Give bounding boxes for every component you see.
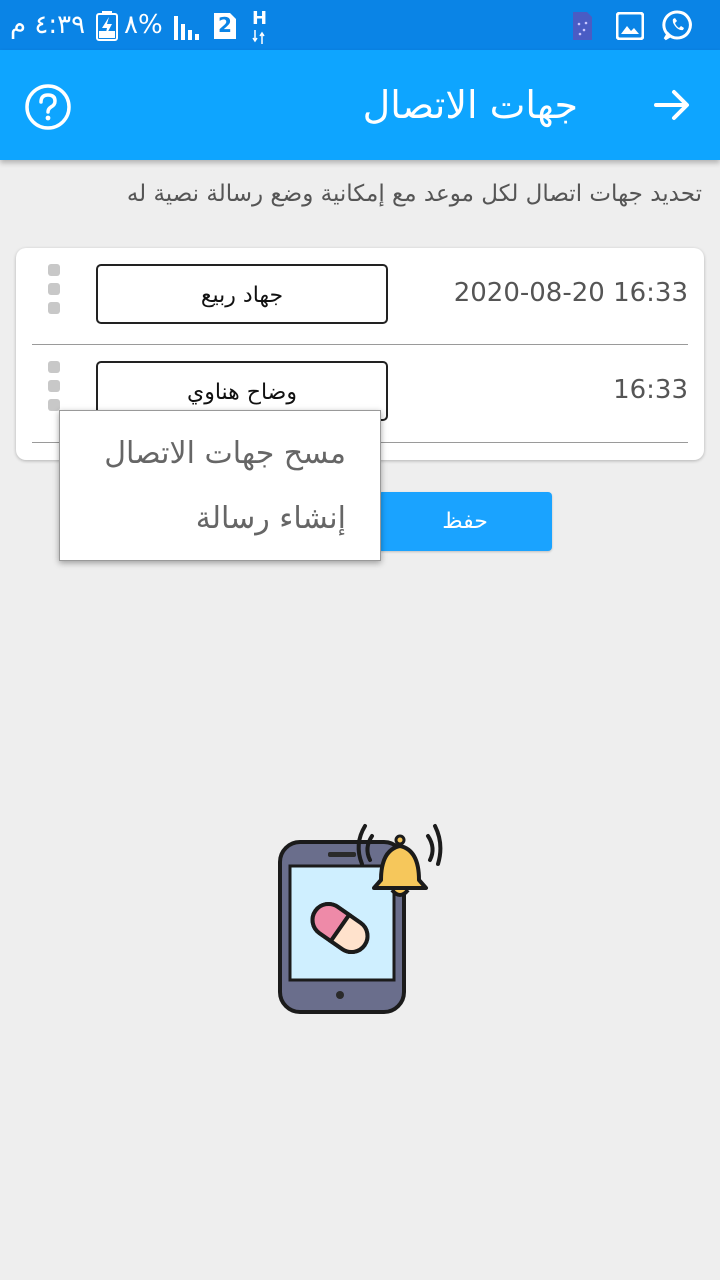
page-title: جهات الاتصال xyxy=(362,83,578,127)
whatsapp-icon xyxy=(662,9,694,45)
status-time: ٤:٣٩ م xyxy=(10,10,86,40)
status-bar: ٤:٣٩ م ٨% 2 H xyxy=(0,0,720,50)
save-button[interactable]: حفظ xyxy=(378,492,552,551)
app-bar: جهات الاتصال xyxy=(0,50,720,160)
menu-item-create-message[interactable]: إنشاء رسالة xyxy=(196,501,346,536)
gallery-icon xyxy=(615,11,645,44)
more-options-icon[interactable] xyxy=(48,264,62,314)
sim-label: 2 xyxy=(218,13,232,37)
help-circle-icon xyxy=(25,84,71,130)
arrow-right-icon xyxy=(654,90,689,120)
phone-bell-pill-icon xyxy=(278,824,443,1014)
back-button[interactable] xyxy=(652,85,692,125)
network-type-label: H xyxy=(252,8,267,44)
sim-card-icon xyxy=(570,10,594,46)
contact-button[interactable]: جهاد ربيع xyxy=(96,264,388,324)
menu-item-clear-contacts[interactable]: مسح جهات الاتصال xyxy=(104,436,346,471)
help-button[interactable] xyxy=(24,83,72,131)
page-description: تحديد جهات اتصال لكل موعد مع إمكانية وضع… xyxy=(126,181,702,207)
more-options-icon[interactable] xyxy=(48,361,62,411)
appointment-time: 2020-08-20 16:33 xyxy=(453,278,688,308)
popup-menu: مسح جهات الاتصال إنشاء رسالة xyxy=(59,410,381,561)
battery-charging-icon xyxy=(96,11,118,45)
signal-icon xyxy=(174,12,204,44)
table-row: 2020-08-20 16:33 جهاد ربيع xyxy=(16,248,704,344)
appointment-time: 16:33 xyxy=(613,375,688,405)
sim-card-icon: 2 xyxy=(212,11,238,45)
battery-percent: ٨% xyxy=(124,10,163,40)
phone-reminder-illustration xyxy=(276,820,446,1015)
